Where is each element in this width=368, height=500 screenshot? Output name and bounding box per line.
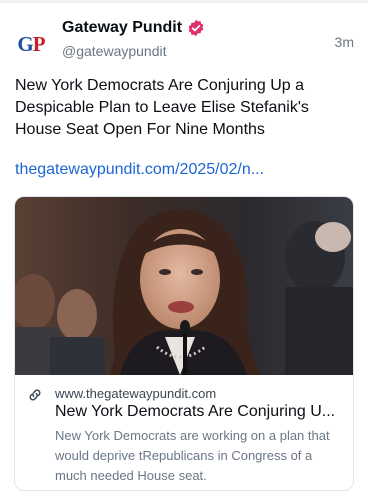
card-image[interactable]: [15, 197, 353, 375]
link-icon: [29, 389, 41, 401]
author-name[interactable]: Gateway Pundit: [62, 19, 182, 37]
card-title[interactable]: New York Democrats Are Conjuring U...: [55, 403, 345, 421]
post-link[interactable]: thegatewaypundit.com/2025/02/n...: [15, 161, 264, 179]
post-timestamp[interactable]: 3m: [335, 34, 354, 50]
verified-badge-icon: [188, 19, 204, 37]
avatar[interactable]: GP: [13, 26, 49, 62]
top-divider: [0, 0, 368, 3]
author-handle[interactable]: @gatewaypundit: [62, 43, 167, 59]
card-domain: www.thegatewaypundit.com: [55, 386, 217, 401]
link-preview-card[interactable]: www.thegatewaypundit.com New York Democr…: [14, 196, 354, 491]
avatar-logo-p: P: [32, 31, 46, 56]
post-text: New York Democrats Are Conjuring Up a De…: [15, 77, 309, 138]
avatar-logo-g: G: [17, 31, 33, 56]
card-description: New York Democrats are working on a plan…: [55, 428, 330, 483]
author-name-row: Gateway Pundit: [62, 19, 205, 37]
